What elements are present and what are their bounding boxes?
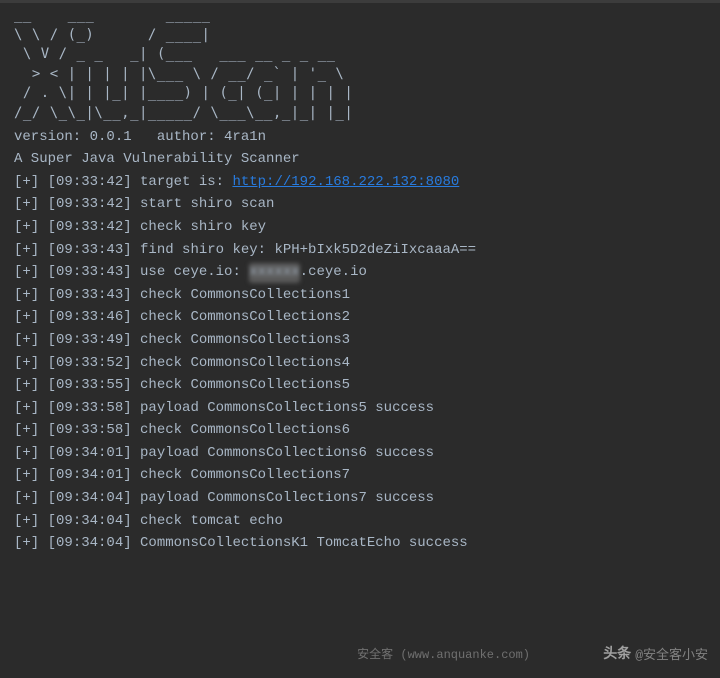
- watermark-username: @安全客小安: [635, 647, 708, 665]
- log-timestamp: [09:34:01]: [48, 467, 140, 483]
- log-timestamp: [09:33:43]: [48, 264, 140, 280]
- log-timestamp: [09:34:04]: [48, 535, 140, 551]
- log-prefix: [+]: [14, 174, 48, 190]
- toutiao-icon: 头条: [603, 646, 631, 666]
- log-timestamp: [09:33:55]: [48, 377, 140, 393]
- log-message: check CommonsCollections7: [140, 467, 350, 483]
- log-line: [+] [09:34:01] payload CommonsCollection…: [14, 444, 706, 464]
- log-message: payload CommonsCollections7 success: [140, 490, 434, 506]
- log-line: [+] [09:33:58] check CommonsCollections6: [14, 421, 706, 441]
- log-timestamp: [09:33:58]: [48, 422, 140, 438]
- log-timestamp: [09:33:58]: [48, 400, 140, 416]
- log-timestamp: [09:33:43]: [48, 287, 140, 303]
- log-timestamp: [09:33:52]: [48, 355, 140, 371]
- log-prefix: [+]: [14, 287, 48, 303]
- log-message: payload CommonsCollections6 success: [140, 445, 434, 461]
- log-prefix: [+]: [14, 422, 48, 438]
- log-timestamp: [09:34:04]: [48, 490, 140, 506]
- log-message: check CommonsCollections6: [140, 422, 350, 438]
- log-message: check CommonsCollections3: [140, 332, 350, 348]
- log-prefix: [+]: [14, 445, 48, 461]
- log-line: [+] [09:33:52] check CommonsCollections4: [14, 354, 706, 374]
- log-line: [+] [09:33:43] check CommonsCollections1: [14, 286, 706, 306]
- log-line: [+] [09:34:04] CommonsCollectionsK1 Tomc…: [14, 534, 706, 554]
- log-message: target is:: [140, 174, 232, 190]
- log-message: check CommonsCollections5: [140, 377, 350, 393]
- log-line: [+] [09:34:04] check tomcat echo: [14, 512, 706, 532]
- log-prefix: [+]: [14, 309, 48, 325]
- log-prefix: [+]: [14, 196, 48, 212]
- log-prefix: [+]: [14, 513, 48, 529]
- ascii-banner: __ ___ _____ \ \ / (_) / ____| \ V / _ _…: [14, 6, 706, 124]
- log-prefix: [+]: [14, 355, 48, 371]
- log-message: .ceye.io: [300, 264, 367, 280]
- log-message: CommonsCollectionsK1 TomcatEcho success: [140, 535, 468, 551]
- log-timestamp: [09:33:49]: [48, 332, 140, 348]
- log-message: find shiro key: kPH+bIxk5D2deZiIxcaaaA==: [140, 242, 476, 258]
- log-line: [+] [09:33:42] target is: http://192.168…: [14, 173, 706, 193]
- log-timestamp: [09:34:01]: [48, 445, 140, 461]
- log-timestamp: [09:33:46]: [48, 309, 140, 325]
- version-line: version: 0.0.1 author: 4ra1n: [14, 128, 706, 148]
- log-timestamp: [09:33:42]: [48, 196, 140, 212]
- log-line: [+] [09:33:46] check CommonsCollections2: [14, 308, 706, 328]
- log-prefix: [+]: [14, 490, 48, 506]
- watermark-source: 安全客 (www.anquanke.com): [357, 647, 530, 664]
- log-line: [+] [09:33:58] payload CommonsCollection…: [14, 399, 706, 419]
- watermark-toutiao: 头条 @安全客小安: [603, 646, 708, 666]
- log-prefix: [+]: [14, 377, 48, 393]
- log-timestamp: [09:33:42]: [48, 219, 140, 235]
- log-message: start shiro scan: [140, 196, 274, 212]
- window-header-bar: [0, 0, 720, 3]
- log-output: [+] [09:33:42] target is: http://192.168…: [14, 173, 706, 554]
- log-line: [+] [09:34:04] payload CommonsCollection…: [14, 489, 706, 509]
- log-prefix: [+]: [14, 400, 48, 416]
- log-prefix: [+]: [14, 219, 48, 235]
- log-line: [+] [09:33:42] check shiro key: [14, 218, 706, 238]
- log-timestamp: [09:33:42]: [48, 174, 140, 190]
- log-timestamp: [09:33:43]: [48, 242, 140, 258]
- target-link[interactable]: http://192.168.222.132:8080: [232, 174, 459, 190]
- log-line: [+] [09:33:55] check CommonsCollections5: [14, 376, 706, 396]
- log-line: [+] [09:33:43] use ceye.io: xxxxxx.ceye.…: [14, 263, 706, 283]
- log-line: [+] [09:33:42] start shiro scan: [14, 195, 706, 215]
- log-prefix: [+]: [14, 467, 48, 483]
- log-message: check tomcat echo: [140, 513, 283, 529]
- redacted-text: xxxxxx: [249, 263, 299, 283]
- log-message: check CommonsCollections1: [140, 287, 350, 303]
- log-message: payload CommonsCollections5 success: [140, 400, 434, 416]
- log-message: check CommonsCollections2: [140, 309, 350, 325]
- log-prefix: [+]: [14, 535, 48, 551]
- log-prefix: [+]: [14, 242, 48, 258]
- log-line: [+] [09:34:01] check CommonsCollections7: [14, 466, 706, 486]
- log-message: check CommonsCollections4: [140, 355, 350, 371]
- log-prefix: [+]: [14, 332, 48, 348]
- log-message: use ceye.io:: [140, 264, 249, 280]
- log-timestamp: [09:34:04]: [48, 513, 140, 529]
- log-line: [+] [09:33:43] find shiro key: kPH+bIxk5…: [14, 241, 706, 261]
- log-message: check shiro key: [140, 219, 266, 235]
- log-prefix: [+]: [14, 264, 48, 280]
- log-line: [+] [09:33:49] check CommonsCollections3: [14, 331, 706, 351]
- subtitle-line: A Super Java Vulnerability Scanner: [14, 150, 706, 170]
